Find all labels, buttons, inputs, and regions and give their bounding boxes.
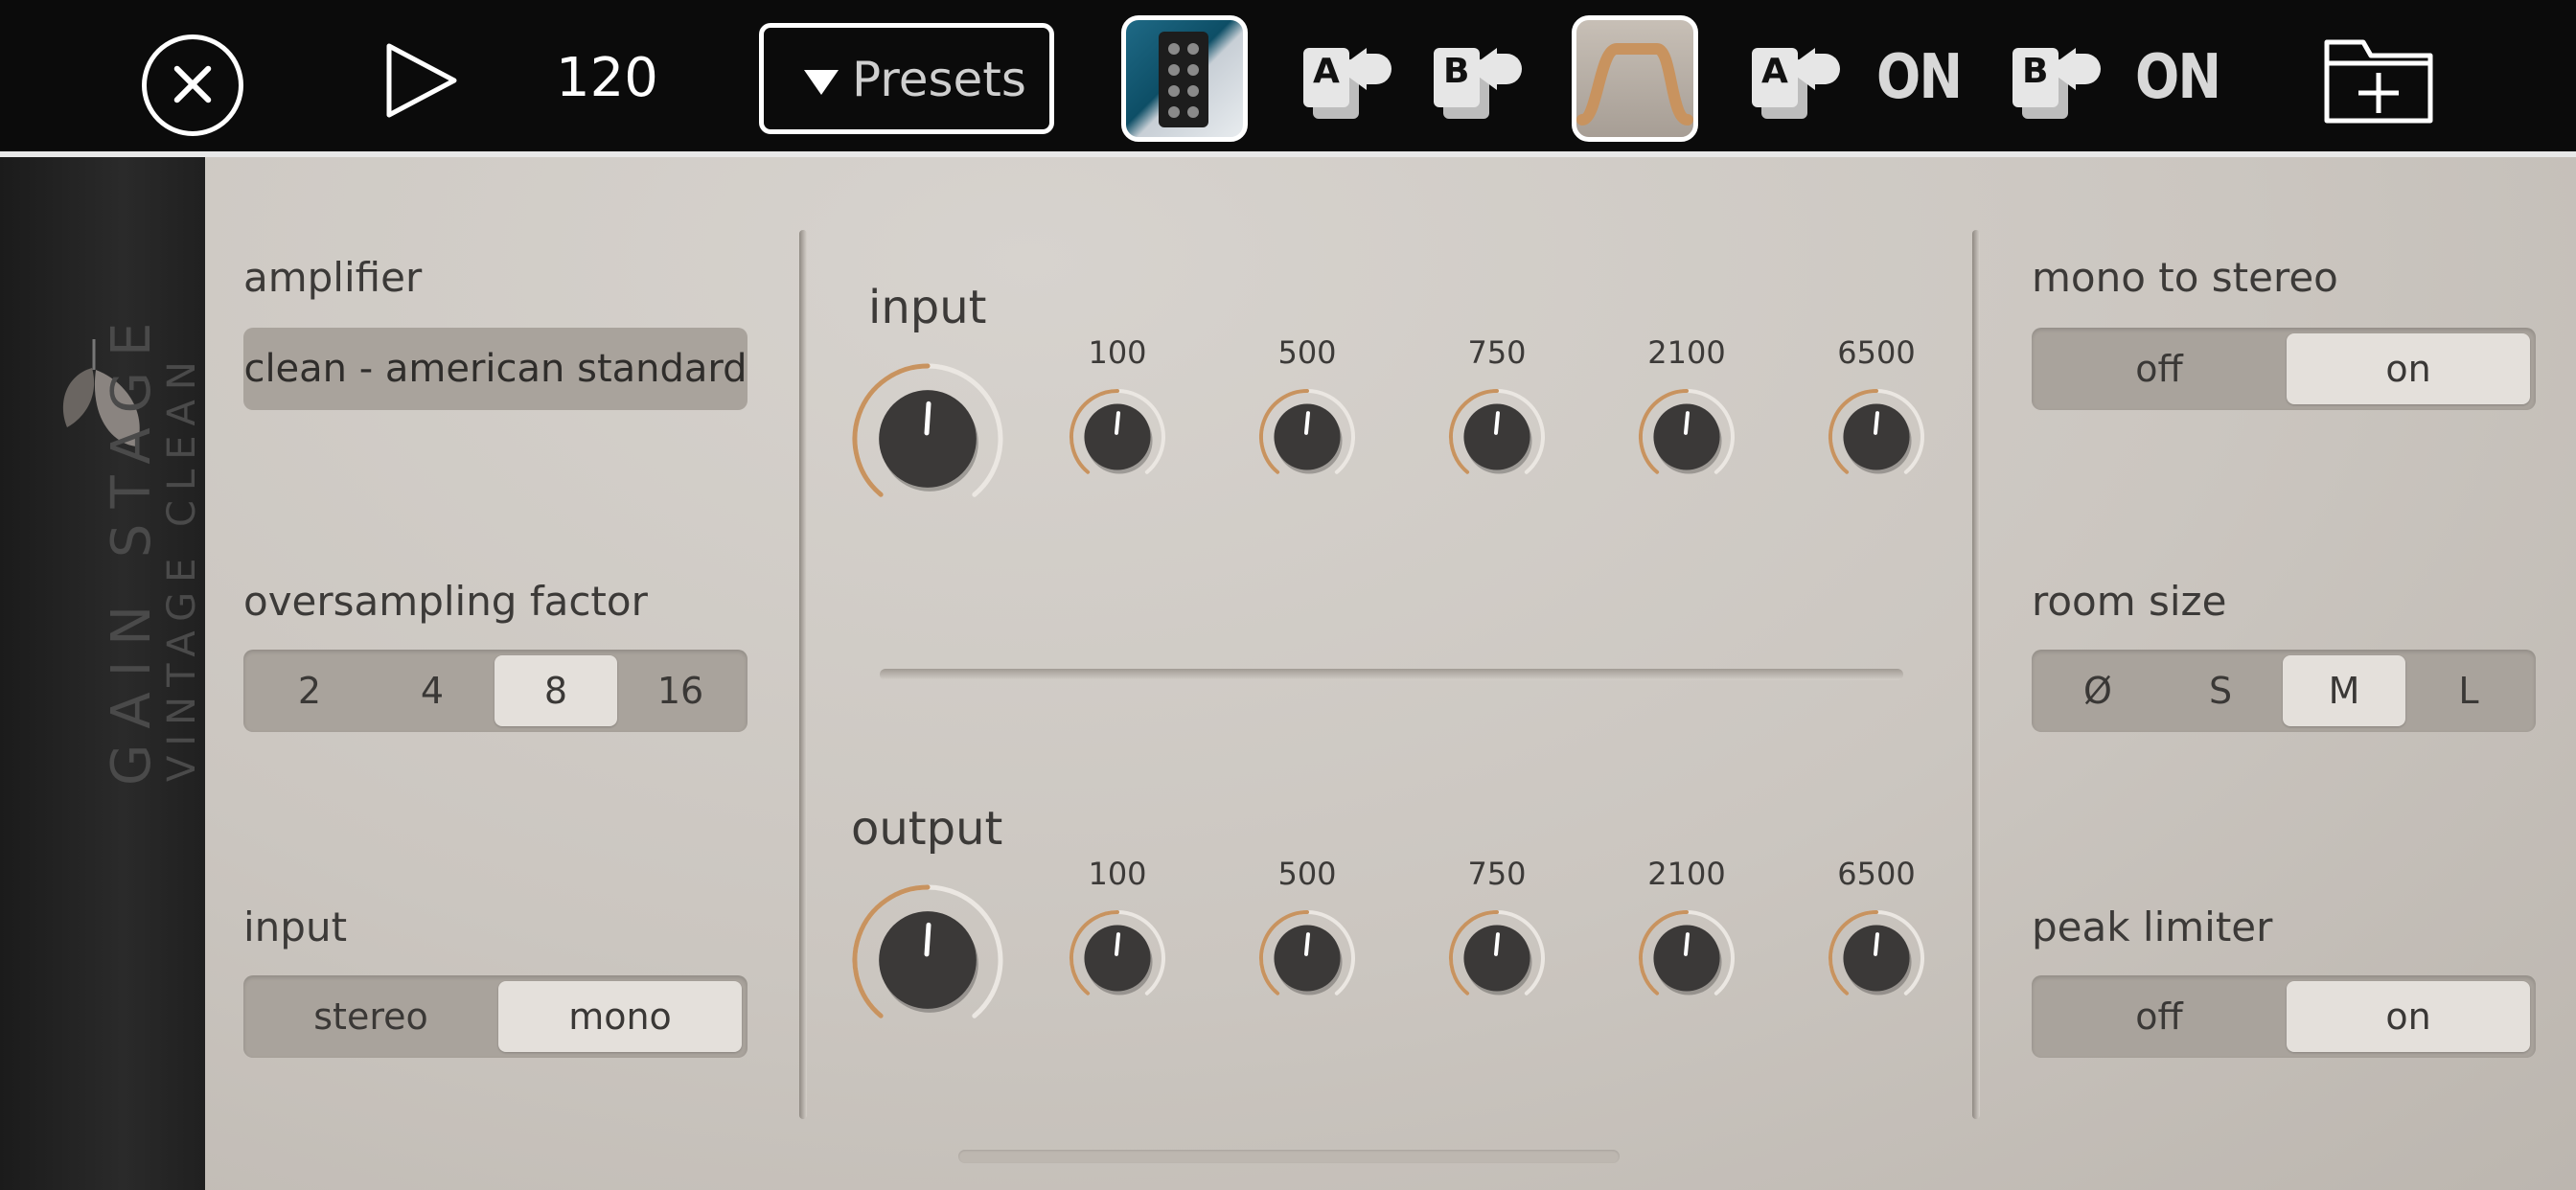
- b-on-label[interactable]: ON: [2135, 42, 2221, 113]
- mono-to-stereo-on[interactable]: on: [2287, 333, 2530, 404]
- mono-to-stereo-label: mono to stereo: [2032, 254, 2338, 301]
- brand-text: GAIN STAGE VINTAGE CLEAN: [101, 307, 204, 786]
- room-size-s[interactable]: S: [2160, 655, 2281, 726]
- input-mode-segmented: stereo mono: [243, 975, 748, 1058]
- knob-graphic: [1070, 910, 1165, 995]
- ab-letter-a: A: [1761, 52, 1788, 91]
- input-band-knob-6500[interactable]: [1825, 385, 1928, 489]
- input-mode-label: input: [243, 904, 348, 950]
- close-icon[interactable]: [142, 34, 243, 136]
- presets-label: Presets: [852, 52, 1026, 107]
- home-indicator[interactable]: [958, 1150, 1620, 1163]
- copy-to-b-button[interactable]: B: [1430, 38, 1526, 125]
- input-band-label-2100: 2100: [1647, 334, 1726, 371]
- center-divider: [880, 669, 1903, 680]
- a-on-button[interactable]: A: [1748, 38, 1844, 125]
- mono-to-stereo-segmented: off on: [2032, 328, 2536, 410]
- room-size-l[interactable]: L: [2407, 655, 2530, 726]
- input-band-label-750: 750: [1467, 334, 1527, 371]
- output-gain-knob[interactable]: [849, 881, 1006, 1039]
- input-band-knob-100[interactable]: [1066, 385, 1169, 489]
- folder-add-icon[interactable]: [2323, 36, 2434, 125]
- oversampling-option-8[interactable]: 8: [494, 655, 617, 726]
- arrow-tail: [1361, 54, 1392, 84]
- input-band-label-100: 100: [1088, 334, 1147, 371]
- output-band-knob-2100[interactable]: [1635, 906, 1738, 1010]
- room-size-segmented: Ø S M L: [2032, 650, 2536, 732]
- knob-graphic: [1639, 910, 1735, 995]
- eq-curve-thumbnail[interactable]: [1572, 15, 1698, 142]
- ab-letter-b: B: [1443, 52, 1470, 91]
- input-mode-mono[interactable]: mono: [498, 981, 742, 1052]
- knob-graphic: [1449, 389, 1545, 474]
- play-icon[interactable]: [381, 40, 462, 121]
- ab-letter-a: A: [1313, 52, 1340, 91]
- room-size-label: room size: [2032, 578, 2227, 625]
- a-on-label[interactable]: ON: [1876, 42, 1963, 113]
- oversampling-segmented: 2 4 8 16: [243, 650, 748, 732]
- peak-limiter-off[interactable]: off: [2037, 981, 2281, 1052]
- amplifier-label: amplifier: [243, 254, 423, 301]
- brand-name: GAIN STAGE: [101, 307, 163, 786]
- input-band-label-500: 500: [1277, 334, 1337, 371]
- knob-graphic: [1828, 389, 1924, 474]
- knob-graphic: [1070, 389, 1165, 474]
- device-icon: [1159, 32, 1208, 127]
- input-mode-stereo[interactable]: stereo: [249, 981, 493, 1052]
- eq-curve-icon: [1576, 43, 1693, 126]
- input-band-label-6500: 6500: [1837, 334, 1916, 371]
- room-size-m[interactable]: M: [2283, 655, 2405, 726]
- input-section-label: input: [868, 281, 987, 334]
- mono-to-stereo-off[interactable]: off: [2037, 333, 2281, 404]
- output-band-knob-100[interactable]: [1066, 906, 1169, 1010]
- output-section-label: output: [851, 802, 1003, 856]
- output-band-knob-6500[interactable]: [1825, 906, 1928, 1010]
- arrow-tail: [1809, 54, 1840, 84]
- knob-graphic: [852, 884, 1003, 1018]
- oversampling-option-16[interactable]: 16: [619, 655, 742, 726]
- input-gain-knob[interactable]: [849, 360, 1006, 517]
- oversampling-option-4[interactable]: 4: [372, 655, 493, 726]
- knob-graphic: [1639, 389, 1735, 474]
- knob-graphic: [1828, 910, 1924, 995]
- knob-graphic: [1449, 910, 1545, 995]
- dropdown-arrow-icon: [804, 70, 839, 95]
- b-on-button[interactable]: B: [2009, 38, 2104, 125]
- knob-graphic: [852, 363, 1003, 497]
- presets-button[interactable]: Presets: [759, 23, 1054, 134]
- oversampling-label: oversampling factor: [243, 578, 648, 625]
- ab-letter-b: B: [2022, 52, 2049, 91]
- output-band-label-750: 750: [1467, 856, 1527, 892]
- output-band-knob-500[interactable]: [1255, 906, 1359, 1010]
- arrow-tail: [2070, 54, 2101, 84]
- input-band-knob-750[interactable]: [1445, 385, 1549, 489]
- input-band-knob-2100[interactable]: [1635, 385, 1738, 489]
- peak-limiter-on[interactable]: on: [2287, 981, 2530, 1052]
- brand-subtitle: VINTAGE CLEAN: [160, 352, 204, 782]
- tempo-display[interactable]: 120: [556, 44, 658, 113]
- right-divider: [1972, 230, 1980, 1119]
- knob-graphic: [1259, 910, 1355, 995]
- input-band-knob-500[interactable]: [1255, 385, 1359, 489]
- output-band-label-500: 500: [1277, 856, 1337, 892]
- room-size-none[interactable]: Ø: [2037, 655, 2158, 726]
- peak-limiter-label: peak limiter: [2032, 904, 2273, 950]
- peak-limiter-segmented: off on: [2032, 975, 2536, 1058]
- output-band-label-2100: 2100: [1647, 856, 1726, 892]
- knob-graphic: [1259, 389, 1355, 474]
- copy-to-a-button[interactable]: A: [1300, 38, 1395, 125]
- left-divider: [799, 230, 807, 1119]
- arrow-tail: [1491, 54, 1522, 84]
- device-view-thumbnail[interactable]: [1121, 15, 1248, 142]
- oversampling-option-2[interactable]: 2: [249, 655, 370, 726]
- output-band-label-6500: 6500: [1837, 856, 1916, 892]
- output-band-knob-750[interactable]: [1445, 906, 1549, 1010]
- amplifier-selector[interactable]: clean - american standard: [243, 328, 748, 410]
- output-band-label-100: 100: [1088, 856, 1147, 892]
